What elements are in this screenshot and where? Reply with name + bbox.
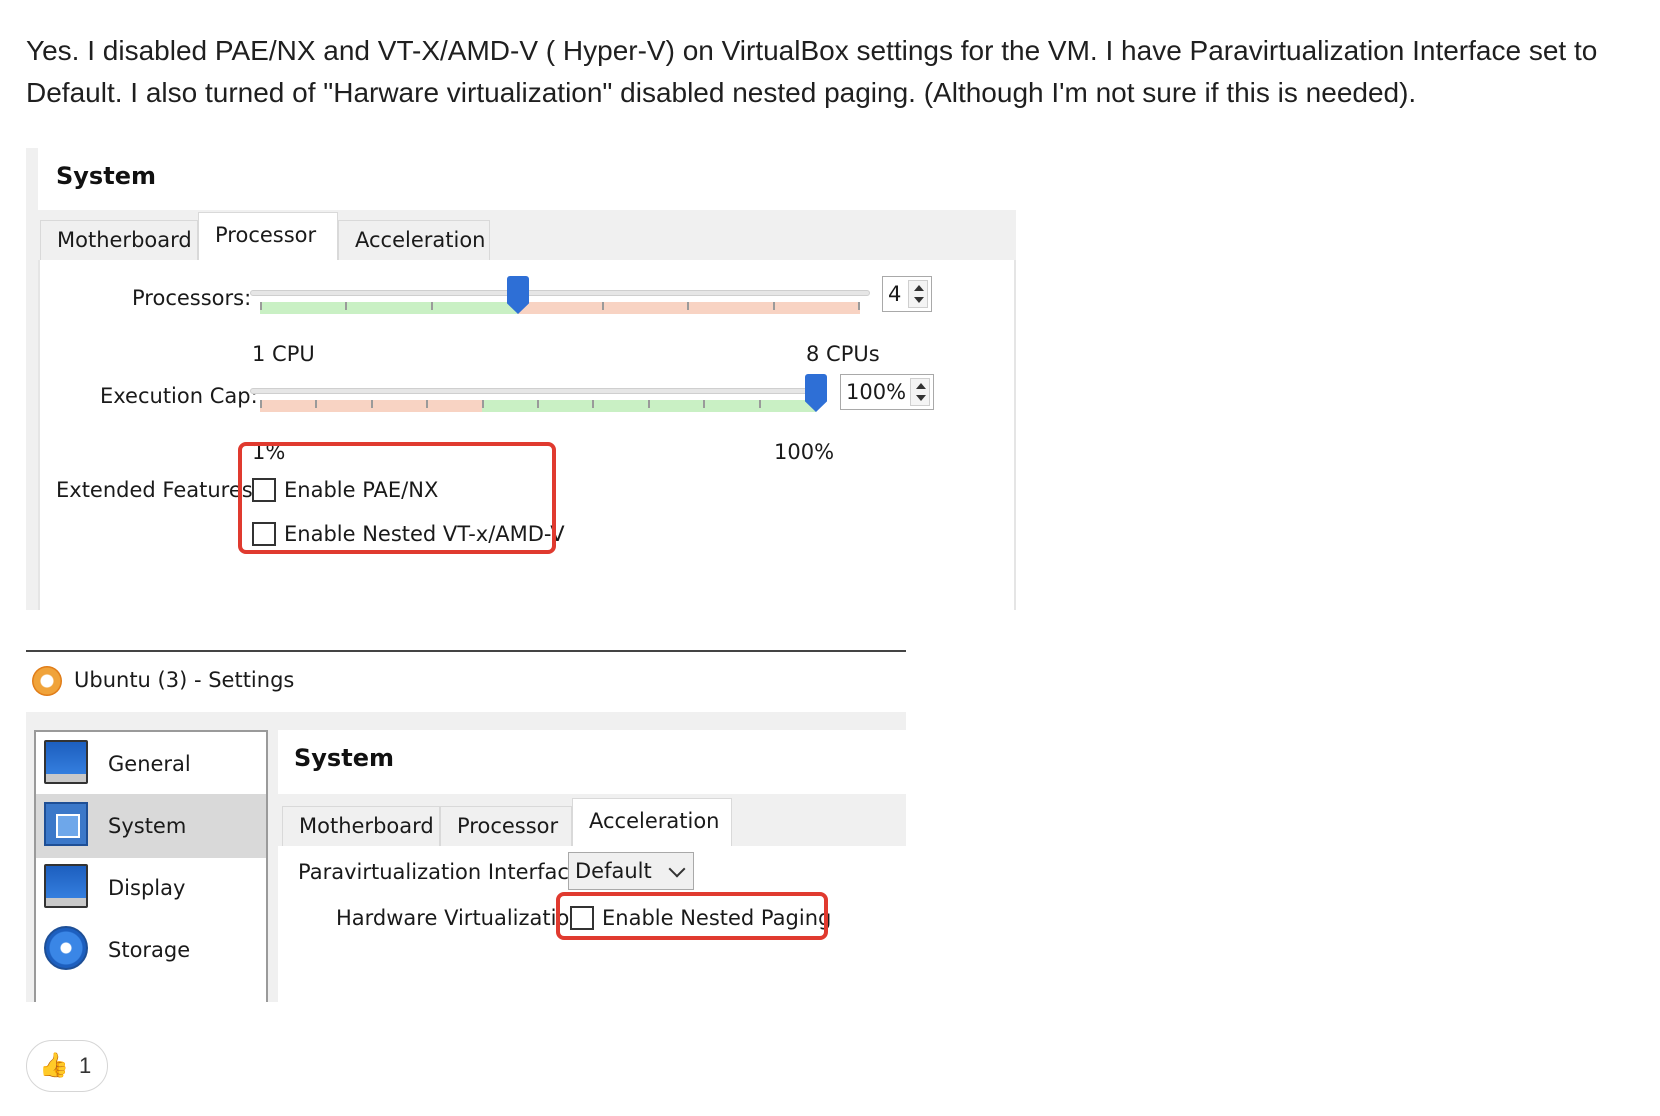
sidebar-item-label: General <box>108 752 191 776</box>
execution-cap-max-label: 100% <box>774 440 835 464</box>
section-title: System <box>294 744 394 772</box>
tab-processor[interactable]: Processor <box>440 806 572 846</box>
scale-tick <box>370 400 373 408</box>
processor-panel: Processors: 4 1 CPU 8 CPUs Execution Cap… <box>38 260 1016 610</box>
processors-min-label: 1 CPU <box>252 342 315 366</box>
scale-band <box>260 302 860 314</box>
paravirtualization-label: Paravirtualization Interface: <box>298 860 589 884</box>
extended-features-label: Extended Features: <box>56 478 260 502</box>
processors-max-label: 8 CPUs <box>806 342 880 366</box>
acceleration-panel: Paravirtualization Interface: Default Ha… <box>278 846 906 1002</box>
paravirtualization-value: Default <box>575 859 652 883</box>
tab-motherboard[interactable]: Motherboard <box>282 806 440 846</box>
disc-icon <box>44 926 88 970</box>
paravirtualization-select[interactable]: Default <box>568 852 694 890</box>
highlight-box <box>238 442 556 554</box>
scale-tick <box>481 400 484 408</box>
scale-tick <box>758 400 761 408</box>
execution-cap-spinbox[interactable]: 100% <box>840 374 934 410</box>
reaction-count: 1 <box>79 1053 92 1078</box>
tab-acceleration[interactable]: Acceleration <box>572 798 732 846</box>
scale-tick <box>772 302 775 310</box>
processors-slider-track[interactable] <box>250 290 870 296</box>
post-text: Yes. I disabled PAE/NX and VT-X/AMD-V ( … <box>26 35 1598 108</box>
tab-acceleration[interactable]: Acceleration <box>338 220 490 260</box>
processors-spinbox[interactable]: 4 <box>882 276 932 312</box>
tab-bar: Motherboard Processor Acceleration <box>278 794 906 846</box>
processors-value: 4 <box>888 282 902 306</box>
scale-tick <box>703 400 706 408</box>
processors-label: Processors: <box>132 286 252 310</box>
scale-tick <box>315 400 318 408</box>
highlight-box <box>556 892 828 940</box>
sidebar-item-storage[interactable]: Storage <box>36 918 266 982</box>
scale-tick <box>601 302 604 310</box>
processors-scale <box>260 302 860 316</box>
execution-cap-slider-track[interactable] <box>250 388 826 394</box>
tab-processor[interactable]: Processor <box>198 212 338 260</box>
scale-tick <box>260 400 262 408</box>
processor-settings-screenshot: System Motherboard Processor Acceleratio… <box>26 148 1016 610</box>
section-title: System <box>56 162 156 190</box>
sidebar-item-system[interactable]: System <box>36 794 266 858</box>
acceleration-settings-screenshot: Ubuntu (3) - Settings General System Dis… <box>26 650 906 1002</box>
scale-tick <box>345 302 348 310</box>
reaction-button[interactable]: 👍 1 <box>26 1040 108 1092</box>
sidebar-item-general[interactable]: General <box>36 732 266 796</box>
chip-icon <box>44 802 88 846</box>
spin-arrows-icon[interactable] <box>910 378 930 406</box>
sidebar-item-display[interactable]: Display <box>36 856 266 920</box>
scale-tick <box>537 400 539 408</box>
thumbs-up-icon: 👍 <box>39 1052 69 1079</box>
system-settings-pane: System Motherboard Processor Acceleratio… <box>278 730 906 1002</box>
scale-tick <box>687 302 690 310</box>
scale-tick <box>858 302 860 310</box>
spin-arrows-icon[interactable] <box>908 280 928 308</box>
tab-bar: Motherboard Processor Acceleration <box>26 210 1016 260</box>
scale-tick <box>426 400 429 408</box>
scale-tick <box>430 302 433 310</box>
window-top-border <box>26 650 906 652</box>
monitor-icon <box>44 864 88 908</box>
hardware-virtualization-label: Hardware Virtualization: <box>336 906 590 930</box>
scale-tick <box>592 400 595 408</box>
virtualbox-settings-icon <box>32 666 62 696</box>
execution-cap-value: 100% <box>846 380 907 404</box>
window-title: Ubuntu (3) - Settings <box>74 668 295 692</box>
settings-sidebar: General System Display Storage <box>34 730 268 1002</box>
chevron-down-icon <box>668 860 686 878</box>
tab-motherboard[interactable]: Motherboard <box>40 220 198 260</box>
execution-cap-label: Execution Cap: <box>100 384 258 408</box>
scale-tick <box>647 400 650 408</box>
scale-tick <box>260 302 262 310</box>
settings-window-body: General System Display Storage System Mo… <box>26 712 906 1002</box>
sidebar-item-label: Storage <box>108 938 191 962</box>
monitor-icon <box>44 740 88 784</box>
sidebar-item-label: Display <box>108 876 186 900</box>
execution-cap-scale <box>260 400 816 414</box>
scale-recommended <box>260 302 518 314</box>
sidebar-item-label: System <box>108 814 187 838</box>
